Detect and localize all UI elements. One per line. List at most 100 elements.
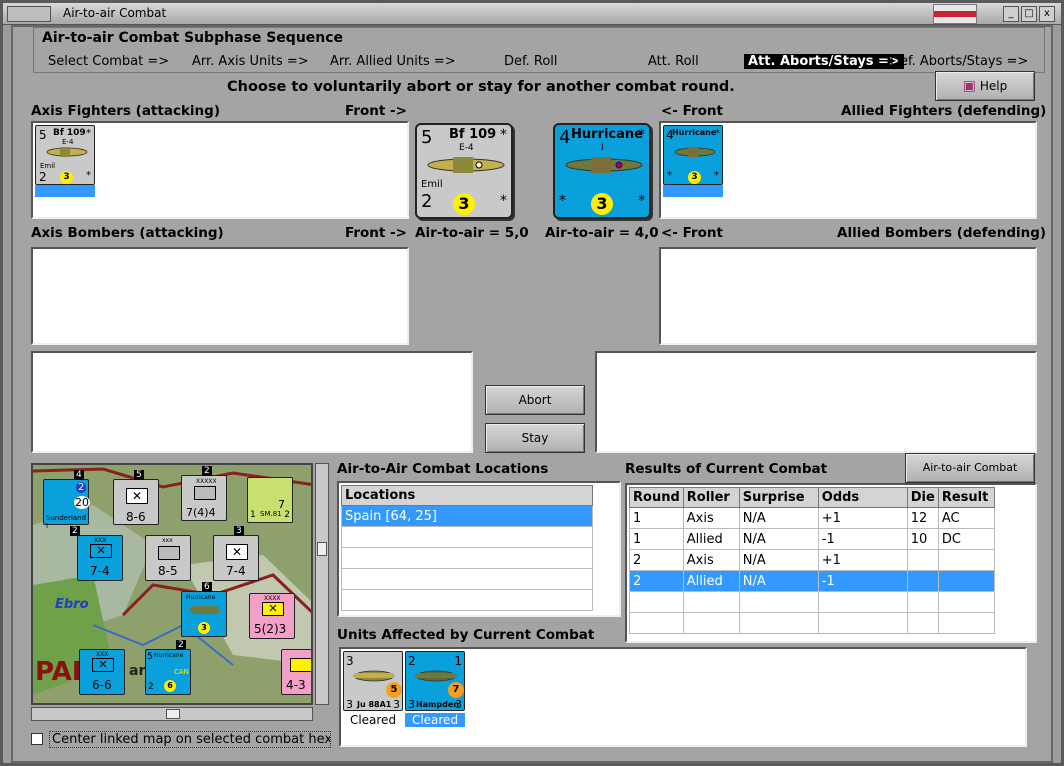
axis-fighter-small-counter[interactable]: 5 Bf 109 E-4 * Emil 2 3 *	[35, 125, 95, 185]
map-unit-grey-2[interactable]: 2 XXXXX 7(4)4	[181, 466, 227, 521]
location-row[interactable]: Spain [64, 25]	[341, 505, 593, 527]
infantry-yellow-symbol-icon	[290, 658, 311, 672]
results-panel[interactable]: Round Roller Surprise Odds Die Result 1A…	[625, 483, 1037, 643]
allied-bombers-front-label: <- Front	[661, 225, 723, 241]
col-result: Result	[937, 487, 995, 508]
infantry-symbol-icon: ✕	[226, 544, 248, 560]
axis-fighter-counter[interactable]: 5 Bf 109 E-4 * Emil 2 3 *	[415, 123, 513, 219]
col-roller: Roller	[682, 487, 740, 508]
subphase-sequence: Air-to-air Combat Subphase Sequence Sele…	[33, 27, 1045, 73]
bf109-large-plane-icon	[427, 157, 505, 173]
map-label-ebro: Ebro	[55, 597, 89, 612]
axis-fighter-selection-bar	[35, 185, 95, 197]
step-select-combat: Select Combat =>	[48, 54, 170, 69]
affected-unit-hampden[interactable]: 2 1 7 3 Hampden 3	[405, 651, 465, 711]
axis-front-label: Front ->	[345, 103, 407, 119]
affected-units-box[interactable]: 3 5 3 Ju 88A1 3 Cleared 2 1 7 3 Hampden …	[339, 647, 1027, 747]
hurricane-map-plane-icon	[190, 606, 220, 614]
table-row[interactable]: 1 Allied N/A -1 10 DC	[629, 528, 995, 550]
axis-bombers-box[interactable]	[31, 247, 409, 345]
help-book-icon: ▣	[962, 78, 977, 94]
center-map-checkbox-row[interactable]: Center linked map on selected combat hex	[31, 729, 331, 749]
location-row-empty[interactable]	[341, 589, 593, 611]
allied-aborted-box[interactable]	[595, 351, 1037, 453]
air-to-air-chart-button[interactable]: Air-to-air Combat Chart	[905, 453, 1035, 502]
table-row[interactable]: 2 Axis N/A +1	[629, 549, 995, 571]
abort-button[interactable]: Abort	[485, 385, 585, 415]
col-odds: Odds	[817, 487, 908, 508]
center-map-checkbox[interactable]	[31, 733, 43, 745]
combat-frame: Air-to-air Combat Subphase Sequence Sele…	[11, 25, 1053, 763]
allied-fighter-counter[interactable]: 4 Hurricane I * * 3 *	[553, 123, 651, 219]
map-unit-grey-armor[interactable]: xxx 8-5	[145, 535, 191, 581]
col-round: Round	[629, 487, 684, 508]
table-row-empty[interactable]	[629, 612, 995, 634]
table-row[interactable]: 1 Axis N/A +1 12 AC	[629, 507, 995, 529]
step-att-roll: Att. Roll	[648, 54, 699, 69]
map-hscroll-thumb[interactable]	[166, 709, 180, 719]
map-vertical-scrollbar[interactable]	[315, 463, 329, 705]
axis-air-to-air-value: Air-to-air = 5,0	[415, 225, 529, 241]
allied-fighters-box[interactable]: 4 Hurricane * * 3 *	[659, 121, 1037, 219]
window-menu-button[interactable]	[7, 6, 51, 22]
map-unit-pink[interactable]: XXXX ✕ 5(2)3	[249, 593, 295, 639]
map-unit-sm81[interactable]: 7 SM.81 1 2	[247, 477, 293, 523]
map-unit-blue-inf-1[interactable]: 2 XXX ✕ 7-4	[70, 526, 123, 581]
allied-fighter-selection-bar	[663, 185, 723, 197]
infantry-symbol-icon: ✕	[90, 544, 112, 558]
hurricane-large-plane-icon	[565, 157, 643, 173]
stay-button[interactable]: Stay	[485, 423, 585, 453]
results-table: Round Roller Surprise Odds Die Result 1A…	[629, 487, 995, 634]
map-unit-hurricane[interactable]: 6 Hurricane 3	[181, 582, 227, 637]
minimize-icon[interactable]: _	[1003, 6, 1019, 22]
location-row-empty[interactable]	[341, 568, 593, 590]
map-label-ar: ar	[129, 663, 146, 679]
step-att-aborts-active: Att. Aborts/Stays =>	[744, 54, 904, 69]
locations-list[interactable]: Locations Spain [64, 25]	[337, 481, 621, 617]
map-label-pai: PAI	[35, 657, 82, 687]
map-unit-blue-inf-2[interactable]: XXX ✕ 6-6	[79, 649, 125, 695]
table-row-selected[interactable]: 2 Allied N/A -1	[629, 570, 995, 592]
col-surprise: Surprise	[738, 487, 819, 508]
help-button[interactable]: ▣ Help	[935, 71, 1035, 101]
step-def-aborts: Def. Aborts/Stays =>	[890, 54, 1029, 69]
allied-front-label: <- Front	[661, 103, 723, 119]
table-row-empty[interactable]	[629, 591, 995, 613]
map-unit-pink-2[interactable]: 4-3	[281, 649, 311, 695]
map-horizontal-scrollbar[interactable]	[31, 707, 313, 721]
axis-aborted-box[interactable]	[31, 351, 473, 453]
map-unit-sunderland[interactable]: 4 Sunderland I 20 2	[43, 470, 90, 530]
affected-unit-hampden-status: Cleared	[405, 713, 465, 727]
maximize-icon[interactable]: □	[1021, 6, 1037, 22]
allied-bombers-label: Allied Bombers (defending)	[837, 225, 1047, 241]
locations-header: Locations	[341, 485, 593, 506]
location-row-empty[interactable]	[341, 547, 593, 569]
title-bar: Air-to-air Combat _ □ x	[3, 3, 1061, 25]
location-row-empty[interactable]	[341, 526, 593, 548]
linked-map[interactable]: Ebro PAI ar 4 Sunderland I 20 2 5 ✕ 8-6 …	[31, 463, 313, 705]
infantry-yellow-symbol-icon: ✕	[262, 602, 284, 616]
affected-unit-ju88[interactable]: 3 5 3 Ju 88A1 3	[343, 651, 403, 711]
affected-unit-ju88-status: Cleared	[349, 713, 397, 727]
axis-fighters-box[interactable]: 5 Bf 109 E-4 * Emil 2 3 *	[31, 121, 409, 219]
bf109-plane-icon	[46, 147, 88, 157]
window-title: Air-to-air Combat	[63, 6, 167, 20]
axis-bombers-label: Axis Bombers (attacking)	[31, 225, 224, 241]
step-def-roll: Def. Roll	[504, 54, 558, 69]
map-vscroll-thumb[interactable]	[317, 542, 327, 556]
axis-fighters-label: Axis Fighters (attacking)	[31, 103, 220, 119]
map-unit-grey-3[interactable]: 3 ✕ 7-4	[213, 526, 259, 581]
close-icon[interactable]: x	[1039, 6, 1055, 22]
map-unit-hurricane-can[interactable]: 2 5 Hurricane CAN 2 6	[145, 640, 191, 695]
affected-title: Units Affected by Current Combat	[337, 627, 595, 643]
infantry-symbol-icon: ✕	[126, 488, 148, 504]
german-flag-icon	[933, 4, 977, 24]
armor-symbol-icon	[158, 546, 180, 560]
instruction-text: Choose to voluntarily abort or stay for …	[227, 79, 735, 95]
window: Air-to-air Combat _ □ x Air-to-air Comba…	[0, 0, 1064, 766]
map-unit-grey-1[interactable]: 5 ✕ 8-6	[113, 470, 159, 525]
step-arr-axis: Arr. Axis Units =>	[192, 54, 309, 69]
allied-bombers-box[interactable]	[659, 247, 1037, 345]
allied-fighter-small-counter[interactable]: 4 Hurricane * * 3 *	[663, 125, 723, 185]
results-title: Results of Current Combat	[625, 461, 828, 477]
